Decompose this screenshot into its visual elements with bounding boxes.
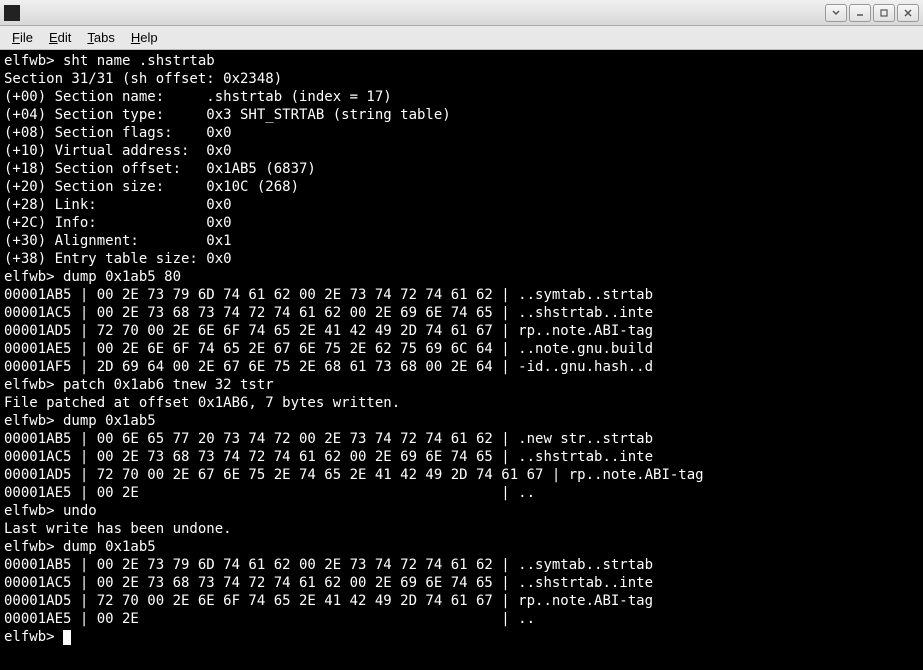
terminal-line: 00001AD5 | 72 70 00 2E 67 6E 75 2E 74 65…	[4, 466, 919, 484]
terminal-line: File patched at offset 0x1AB6, 7 bytes w…	[4, 394, 919, 412]
terminal-line: 00001AB5 | 00 2E 73 79 6D 74 61 62 00 2E…	[4, 556, 919, 574]
terminal-line: (+00) Section name: .shstrtab (index = 1…	[4, 88, 919, 106]
terminal[interactable]: elfwb> sht name .shstrtabSection 31/31 (…	[0, 50, 923, 670]
terminal-line: elfwb> dump 0x1ab5	[4, 412, 919, 430]
terminal-line: elfwb> sht name .shstrtab	[4, 52, 919, 70]
terminal-line: 00001AD5 | 72 70 00 2E 6E 6F 74 65 2E 41…	[4, 322, 919, 340]
terminal-line: Section 31/31 (sh offset: 0x2348)	[4, 70, 919, 88]
terminal-line: (+20) Section size: 0x10C (268)	[4, 178, 919, 196]
titlebar-left	[4, 5, 26, 21]
terminal-line: 00001AB5 | 00 2E 73 79 6D 74 61 62 00 2E…	[4, 286, 919, 304]
menu-tabs[interactable]: Tabs	[81, 28, 120, 47]
terminal-prompt: elfwb>	[4, 629, 63, 645]
terminal-line: (+30) Alignment: 0x1	[4, 232, 919, 250]
terminal-line: 00001AE5 | 00 2E 6E 6F 74 65 2E 67 6E 75…	[4, 340, 919, 358]
terminal-line: (+08) Section flags: 0x0	[4, 124, 919, 142]
terminal-line: 00001AB5 | 00 6E 65 77 20 73 74 72 00 2E…	[4, 430, 919, 448]
terminal-prompt-line[interactable]: elfwb>	[4, 628, 919, 646]
terminal-line: 00001AC5 | 00 2E 73 68 73 74 72 74 61 62…	[4, 448, 919, 466]
terminal-line: elfwb> dump 0x1ab5	[4, 538, 919, 556]
terminal-line: (+04) Section type: 0x3 SHT_STRTAB (stri…	[4, 106, 919, 124]
terminal-line: 00001AE5 | 00 2E | ..	[4, 484, 919, 502]
terminal-line: 00001AD5 | 72 70 00 2E 6E 6F 74 65 2E 41…	[4, 592, 919, 610]
terminal-line: (+38) Entry table size: 0x0	[4, 250, 919, 268]
terminal-line: elfwb> dump 0x1ab5 80	[4, 268, 919, 286]
terminal-line: elfwb> patch 0x1ab6 tnew 32 tstr	[4, 376, 919, 394]
menu-help[interactable]: Help	[125, 28, 164, 47]
menu-edit[interactable]: Edit	[43, 28, 77, 47]
app-icon	[4, 5, 20, 21]
terminal-cursor	[63, 630, 71, 645]
terminal-line: 00001AC5 | 00 2E 73 68 73 74 72 74 61 62…	[4, 574, 919, 592]
terminal-line: (+18) Section offset: 0x1AB5 (6837)	[4, 160, 919, 178]
menubar: File Edit Tabs Help	[0, 26, 923, 50]
terminal-line: (+10) Virtual address: 0x0	[4, 142, 919, 160]
maximize-button[interactable]	[873, 4, 895, 22]
close-button[interactable]	[897, 4, 919, 22]
window-controls	[825, 4, 919, 22]
terminal-line: Last write has been undone.	[4, 520, 919, 538]
down-button[interactable]	[825, 4, 847, 22]
terminal-line: 00001AC5 | 00 2E 73 68 73 74 72 74 61 62…	[4, 304, 919, 322]
terminal-line: (+2C) Info: 0x0	[4, 214, 919, 232]
terminal-line: 00001AE5 | 00 2E | ..	[4, 610, 919, 628]
terminal-line: elfwb> undo	[4, 502, 919, 520]
window-titlebar	[0, 0, 923, 26]
menu-file[interactable]: File	[6, 28, 39, 47]
minimize-button[interactable]	[849, 4, 871, 22]
terminal-line: 00001AF5 | 2D 69 64 00 2E 67 6E 75 2E 68…	[4, 358, 919, 376]
terminal-line: (+28) Link: 0x0	[4, 196, 919, 214]
